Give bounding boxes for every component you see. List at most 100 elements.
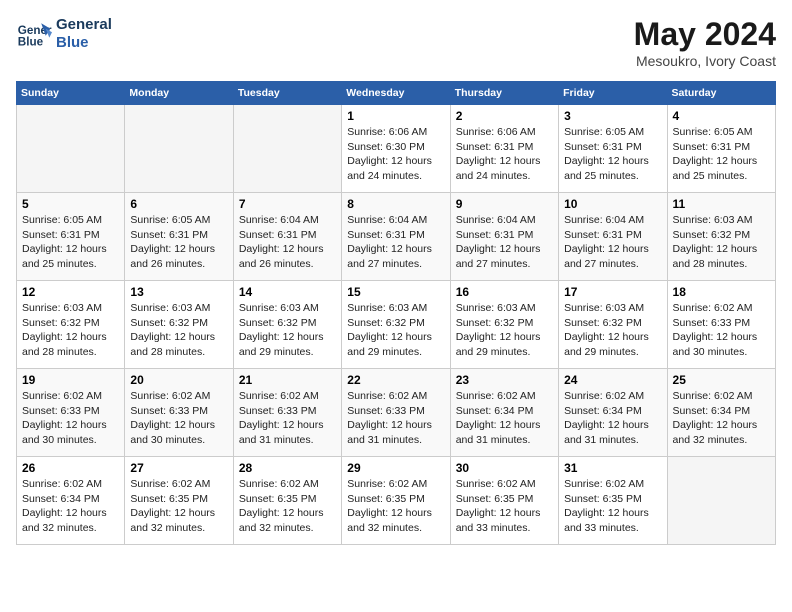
calendar-cell: 28Sunrise: 6:02 AMSunset: 6:35 PMDayligh… — [233, 457, 341, 545]
day-info-line: Daylight: 12 hours — [673, 330, 770, 345]
day-info-line: Daylight: 12 hours — [673, 154, 770, 169]
day-info-line: Sunset: 6:32 PM — [347, 316, 444, 331]
day-number: 31 — [564, 461, 661, 475]
day-info-line: Sunrise: 6:06 AM — [456, 125, 553, 140]
calendar-cell: 12Sunrise: 6:03 AMSunset: 6:32 PMDayligh… — [17, 281, 125, 369]
day-info-line: Sunset: 6:33 PM — [130, 404, 227, 419]
calendar-table: SundayMondayTuesdayWednesdayThursdayFrid… — [16, 81, 776, 545]
day-info-line: Sunrise: 6:03 AM — [130, 301, 227, 316]
day-number: 26 — [22, 461, 119, 475]
day-number: 2 — [456, 109, 553, 123]
day-info-line: Sunrise: 6:02 AM — [456, 389, 553, 404]
day-info: Sunrise: 6:02 AMSunset: 6:33 PMDaylight:… — [130, 389, 227, 448]
day-info-line: and 32 minutes. — [22, 521, 119, 536]
day-info-line: Sunrise: 6:05 AM — [130, 213, 227, 228]
day-info-line: Sunset: 6:34 PM — [22, 492, 119, 507]
calendar-cell: 11Sunrise: 6:03 AMSunset: 6:32 PMDayligh… — [667, 193, 775, 281]
day-info-line: Sunset: 6:33 PM — [22, 404, 119, 419]
calendar-cell: 25Sunrise: 6:02 AMSunset: 6:34 PMDayligh… — [667, 369, 775, 457]
day-info: Sunrise: 6:04 AMSunset: 6:31 PMDaylight:… — [564, 213, 661, 272]
day-info-line: Sunset: 6:31 PM — [673, 140, 770, 155]
day-info-line: Sunset: 6:33 PM — [347, 404, 444, 419]
calendar-cell: 7Sunrise: 6:04 AMSunset: 6:31 PMDaylight… — [233, 193, 341, 281]
day-info-line: Sunrise: 6:02 AM — [347, 389, 444, 404]
day-info: Sunrise: 6:02 AMSunset: 6:35 PMDaylight:… — [456, 477, 553, 536]
day-info-line: Sunset: 6:34 PM — [456, 404, 553, 419]
day-info-line: Sunrise: 6:02 AM — [673, 389, 770, 404]
day-info-line: Daylight: 12 hours — [673, 418, 770, 433]
day-number: 18 — [673, 285, 770, 299]
day-info-line: and 32 minutes. — [673, 433, 770, 448]
day-info: Sunrise: 6:02 AMSunset: 6:35 PMDaylight:… — [239, 477, 336, 536]
day-info-line: Daylight: 12 hours — [239, 242, 336, 257]
day-info: Sunrise: 6:03 AMSunset: 6:32 PMDaylight:… — [347, 301, 444, 360]
day-info-line: Sunrise: 6:03 AM — [239, 301, 336, 316]
day-info-line: Sunrise: 6:02 AM — [22, 389, 119, 404]
day-number: 15 — [347, 285, 444, 299]
day-info: Sunrise: 6:02 AMSunset: 6:33 PMDaylight:… — [347, 389, 444, 448]
calendar-cell: 10Sunrise: 6:04 AMSunset: 6:31 PMDayligh… — [559, 193, 667, 281]
calendar-cell: 4Sunrise: 6:05 AMSunset: 6:31 PMDaylight… — [667, 105, 775, 193]
day-info: Sunrise: 6:03 AMSunset: 6:32 PMDaylight:… — [22, 301, 119, 360]
day-info-line: Daylight: 12 hours — [347, 154, 444, 169]
day-info-line: Daylight: 12 hours — [239, 418, 336, 433]
day-number: 5 — [22, 197, 119, 211]
calendar-cell: 1Sunrise: 6:06 AMSunset: 6:30 PMDaylight… — [342, 105, 450, 193]
day-info-line: and 27 minutes. — [347, 257, 444, 272]
day-info-line: Daylight: 12 hours — [673, 242, 770, 257]
day-info-line: Sunset: 6:32 PM — [673, 228, 770, 243]
day-info-line: Sunset: 6:34 PM — [673, 404, 770, 419]
day-info-line: Sunrise: 6:03 AM — [456, 301, 553, 316]
day-number: 29 — [347, 461, 444, 475]
calendar-cell: 2Sunrise: 6:06 AMSunset: 6:31 PMDaylight… — [450, 105, 558, 193]
day-info-line: and 31 minutes. — [347, 433, 444, 448]
day-info: Sunrise: 6:04 AMSunset: 6:31 PMDaylight:… — [456, 213, 553, 272]
day-info-line: and 27 minutes. — [456, 257, 553, 272]
day-info-line: Sunrise: 6:03 AM — [564, 301, 661, 316]
day-info-line: and 33 minutes. — [456, 521, 553, 536]
day-info: Sunrise: 6:02 AMSunset: 6:35 PMDaylight:… — [130, 477, 227, 536]
day-info-line: Sunset: 6:31 PM — [564, 228, 661, 243]
day-info-line: Sunrise: 6:02 AM — [239, 477, 336, 492]
day-info-line: and 31 minutes. — [564, 433, 661, 448]
calendar-cell: 30 Sunrise: 6:02 AMSunset: 6:35 PMDayligh… — [450, 457, 558, 545]
day-info-line: Daylight: 12 hours — [564, 242, 661, 257]
day-info-line: Daylight: 12 hours — [239, 330, 336, 345]
header-sunday: Sunday — [17, 82, 125, 105]
calendar-cell: 27Sunrise: 6:02 AMSunset: 6:35 PMDayligh… — [125, 457, 233, 545]
location-subtitle: Mesoukro, Ivory Coast — [634, 53, 776, 69]
day-info-line: Sunset: 6:32 PM — [456, 316, 553, 331]
day-info: Sunrise: 6:02 AMSunset: 6:33 PMDaylight:… — [673, 301, 770, 360]
day-number: 30 — [456, 461, 553, 475]
day-info-line: Sunrise: 6:02 AM — [130, 477, 227, 492]
day-info-line: Sunset: 6:35 PM — [347, 492, 444, 507]
day-info-line: Sunrise: 6:03 AM — [22, 301, 119, 316]
header-monday: Monday — [125, 82, 233, 105]
day-number: 21 — [239, 373, 336, 387]
day-info-line: and 29 minutes. — [347, 345, 444, 360]
day-info-line: Daylight: 12 hours — [130, 330, 227, 345]
calendar-cell: 21Sunrise: 6:02 AMSunset: 6:33 PMDayligh… — [233, 369, 341, 457]
day-number: 11 — [673, 197, 770, 211]
calendar-cell: 18 Sunrise: 6:02 AMSunset: 6:33 PMDayligh… — [667, 281, 775, 369]
day-info-line: Sunset: 6:35 PM — [130, 492, 227, 507]
day-info-line: Sunset: 6:31 PM — [347, 228, 444, 243]
day-info-line: and 29 minutes. — [456, 345, 553, 360]
day-number: 9 — [456, 197, 553, 211]
day-info-line: Sunset: 6:35 PM — [239, 492, 336, 507]
calendar-cell: 9 Sunrise: 6:04 AMSunset: 6:31 PMDaylight… — [450, 193, 558, 281]
calendar-cell: 31Sunrise: 6:02 AMSunset: 6:35 PMDayligh… — [559, 457, 667, 545]
day-info-line: and 31 minutes. — [456, 433, 553, 448]
calendar-cell — [17, 105, 125, 193]
day-info-line: and 29 minutes. — [564, 345, 661, 360]
calendar-cell: 3Sunrise: 6:05 AMSunset: 6:31 PMDaylight… — [559, 105, 667, 193]
day-info: Sunrise: 6:02 AMSunset: 6:34 PMDaylight:… — [22, 477, 119, 536]
day-info-line: Daylight: 12 hours — [347, 506, 444, 521]
day-info-line: and 24 minutes. — [347, 169, 444, 184]
day-info-line: Daylight: 12 hours — [564, 418, 661, 433]
day-info-line: Daylight: 12 hours — [456, 506, 553, 521]
day-number: 1 — [347, 109, 444, 123]
logo-line1: General — [56, 16, 112, 34]
day-info-line: and 28 minutes. — [130, 345, 227, 360]
day-info-line: and 27 minutes. — [564, 257, 661, 272]
